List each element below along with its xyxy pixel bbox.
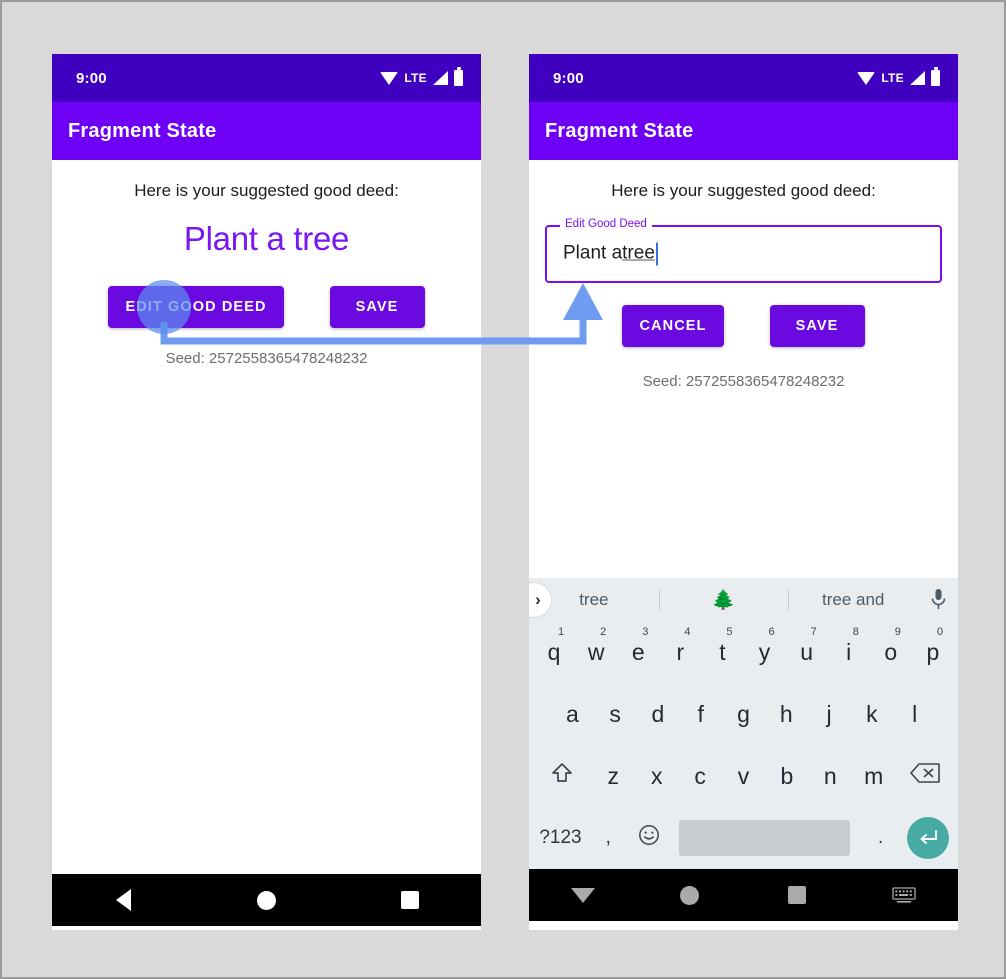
key-t[interactable]: 5t bbox=[701, 626, 743, 666]
cancel-button[interactable]: CANCEL bbox=[622, 305, 724, 347]
button-row-right: CANCEL SAVE bbox=[545, 305, 942, 347]
key-y[interactable]: 6y bbox=[743, 626, 785, 666]
wifi-icon bbox=[857, 71, 876, 85]
key-i[interactable]: 8i bbox=[828, 626, 870, 666]
seed-text: Seed: 2572558365478248232 bbox=[642, 373, 845, 390]
network-label: LTE bbox=[404, 71, 427, 85]
microphone-icon[interactable] bbox=[918, 588, 958, 611]
keyboard-switch-icon[interactable] bbox=[851, 886, 958, 904]
status-bar-icons: LTE bbox=[380, 67, 463, 86]
shift-icon[interactable] bbox=[533, 761, 592, 791]
phone-screen-after: 9:00 LTE Fragment State Here is your sug… bbox=[529, 54, 958, 930]
enter-icon[interactable] bbox=[901, 817, 954, 859]
app-title: Fragment State bbox=[545, 119, 694, 142]
home-icon[interactable] bbox=[636, 885, 743, 905]
signal-icon bbox=[910, 71, 925, 85]
phone-screen-before: 9:00 LTE Fragment State Here is your sug… bbox=[52, 54, 481, 930]
symbols-key[interactable]: ?123 bbox=[533, 827, 588, 849]
edit-good-deed-button[interactable]: EDIT GOOD DEED bbox=[108, 286, 284, 328]
prompt-text: Here is your suggested good deed: bbox=[134, 181, 399, 200]
seed-text: Seed: 2572558365478248232 bbox=[165, 350, 368, 367]
key-a[interactable]: a bbox=[551, 701, 594, 728]
key-o[interactable]: 9o bbox=[870, 626, 912, 666]
key-u[interactable]: 7u bbox=[786, 626, 828, 666]
status-bar-time: 9:00 bbox=[553, 69, 584, 87]
edit-good-deed-field-value: Plant a tree bbox=[563, 242, 658, 266]
navigation-bar-left bbox=[52, 874, 481, 926]
edit-good-deed-field[interactable]: Edit Good Deed Plant a tree bbox=[545, 218, 942, 283]
main-content-right: Here is your suggested good deed: Edit G… bbox=[529, 160, 958, 578]
key-x[interactable]: x bbox=[635, 763, 678, 790]
status-bar: 9:00 LTE bbox=[52, 54, 481, 102]
key-c[interactable]: c bbox=[678, 763, 721, 790]
navigation-bar-right bbox=[529, 869, 958, 921]
key-q[interactable]: 1q bbox=[533, 626, 575, 666]
field-value-prefix: Plant a bbox=[563, 242, 623, 264]
emoji-icon[interactable] bbox=[629, 823, 670, 853]
key-m[interactable]: m bbox=[852, 763, 895, 790]
recents-icon[interactable] bbox=[744, 886, 851, 904]
screenshot-canvas: 9:00 LTE Fragment State Here is your sug… bbox=[0, 0, 1006, 979]
status-bar: 9:00 LTE bbox=[529, 54, 958, 102]
app-title: Fragment State bbox=[68, 119, 217, 142]
key-s[interactable]: s bbox=[594, 701, 637, 728]
key-r[interactable]: 4r bbox=[659, 626, 701, 666]
suggestion-tree-emoji[interactable]: 🌲 bbox=[659, 588, 789, 612]
save-button[interactable]: SAVE bbox=[769, 305, 865, 347]
text-caret bbox=[655, 242, 658, 266]
key-v[interactable]: v bbox=[722, 763, 765, 790]
field-value-misspelled-word: tree bbox=[622, 242, 655, 264]
home-icon[interactable] bbox=[195, 890, 338, 910]
main-content-left: Here is your suggested good deed: Plant … bbox=[52, 160, 481, 874]
key-z[interactable]: z bbox=[592, 763, 635, 790]
keyboard-row-2: a s d f g h j k l bbox=[529, 683, 958, 745]
key-d[interactable]: d bbox=[637, 701, 680, 728]
key-b[interactable]: b bbox=[765, 763, 808, 790]
on-screen-keyboard: › tree 🌲 tree and 1q 2w 3e 4r 5t 6 y 7 u… bbox=[529, 578, 958, 869]
key-p[interactable]: 0p bbox=[912, 626, 954, 666]
space-key[interactable] bbox=[679, 820, 851, 856]
button-row-left: EDIT GOOD DEED SAVE bbox=[68, 286, 465, 328]
back-icon[interactable] bbox=[52, 889, 195, 911]
suggestion-tree-and[interactable]: tree and bbox=[788, 590, 918, 610]
status-bar-icons: LTE bbox=[857, 67, 940, 86]
key-w[interactable]: 2w bbox=[575, 626, 617, 666]
comma-key[interactable]: , bbox=[588, 827, 629, 849]
app-bar: Fragment State bbox=[529, 102, 958, 160]
good-deed-display: Plant a tree bbox=[183, 220, 350, 257]
key-h[interactable]: h bbox=[765, 701, 808, 728]
keyboard-row-4: ?123 , . bbox=[529, 807, 958, 869]
dismiss-keyboard-icon[interactable] bbox=[529, 887, 636, 903]
edit-good-deed-field-label: Edit Good Deed bbox=[560, 218, 652, 230]
app-bar: Fragment State bbox=[52, 102, 481, 160]
save-button[interactable]: SAVE bbox=[329, 286, 425, 328]
key-j[interactable]: j bbox=[808, 701, 851, 728]
key-e[interactable]: 3e bbox=[617, 626, 659, 666]
period-key[interactable]: . bbox=[860, 827, 901, 849]
recents-icon[interactable] bbox=[338, 891, 481, 909]
backspace-icon[interactable] bbox=[895, 762, 954, 790]
signal-icon bbox=[433, 71, 448, 85]
suggestion-bar: › tree 🌲 tree and bbox=[529, 578, 958, 621]
key-k[interactable]: k bbox=[850, 701, 893, 728]
wifi-icon bbox=[380, 71, 399, 85]
battery-icon bbox=[931, 67, 940, 86]
status-bar-time: 9:00 bbox=[76, 69, 107, 87]
battery-icon bbox=[454, 67, 463, 86]
key-n[interactable]: n bbox=[809, 763, 852, 790]
network-label: LTE bbox=[881, 71, 904, 85]
key-f[interactable]: f bbox=[679, 701, 722, 728]
key-g[interactable]: g bbox=[722, 701, 765, 728]
prompt-text: Here is your suggested good deed: bbox=[611, 181, 876, 200]
keyboard-row-1: 1q 2w 3e 4r 5t 6y 7u 8i 9o 0p bbox=[529, 621, 958, 683]
key-l[interactable]: l bbox=[893, 701, 936, 728]
suggestion-tree[interactable]: tree bbox=[529, 590, 659, 610]
keyboard-row-3: z x c v b n m bbox=[529, 745, 958, 807]
